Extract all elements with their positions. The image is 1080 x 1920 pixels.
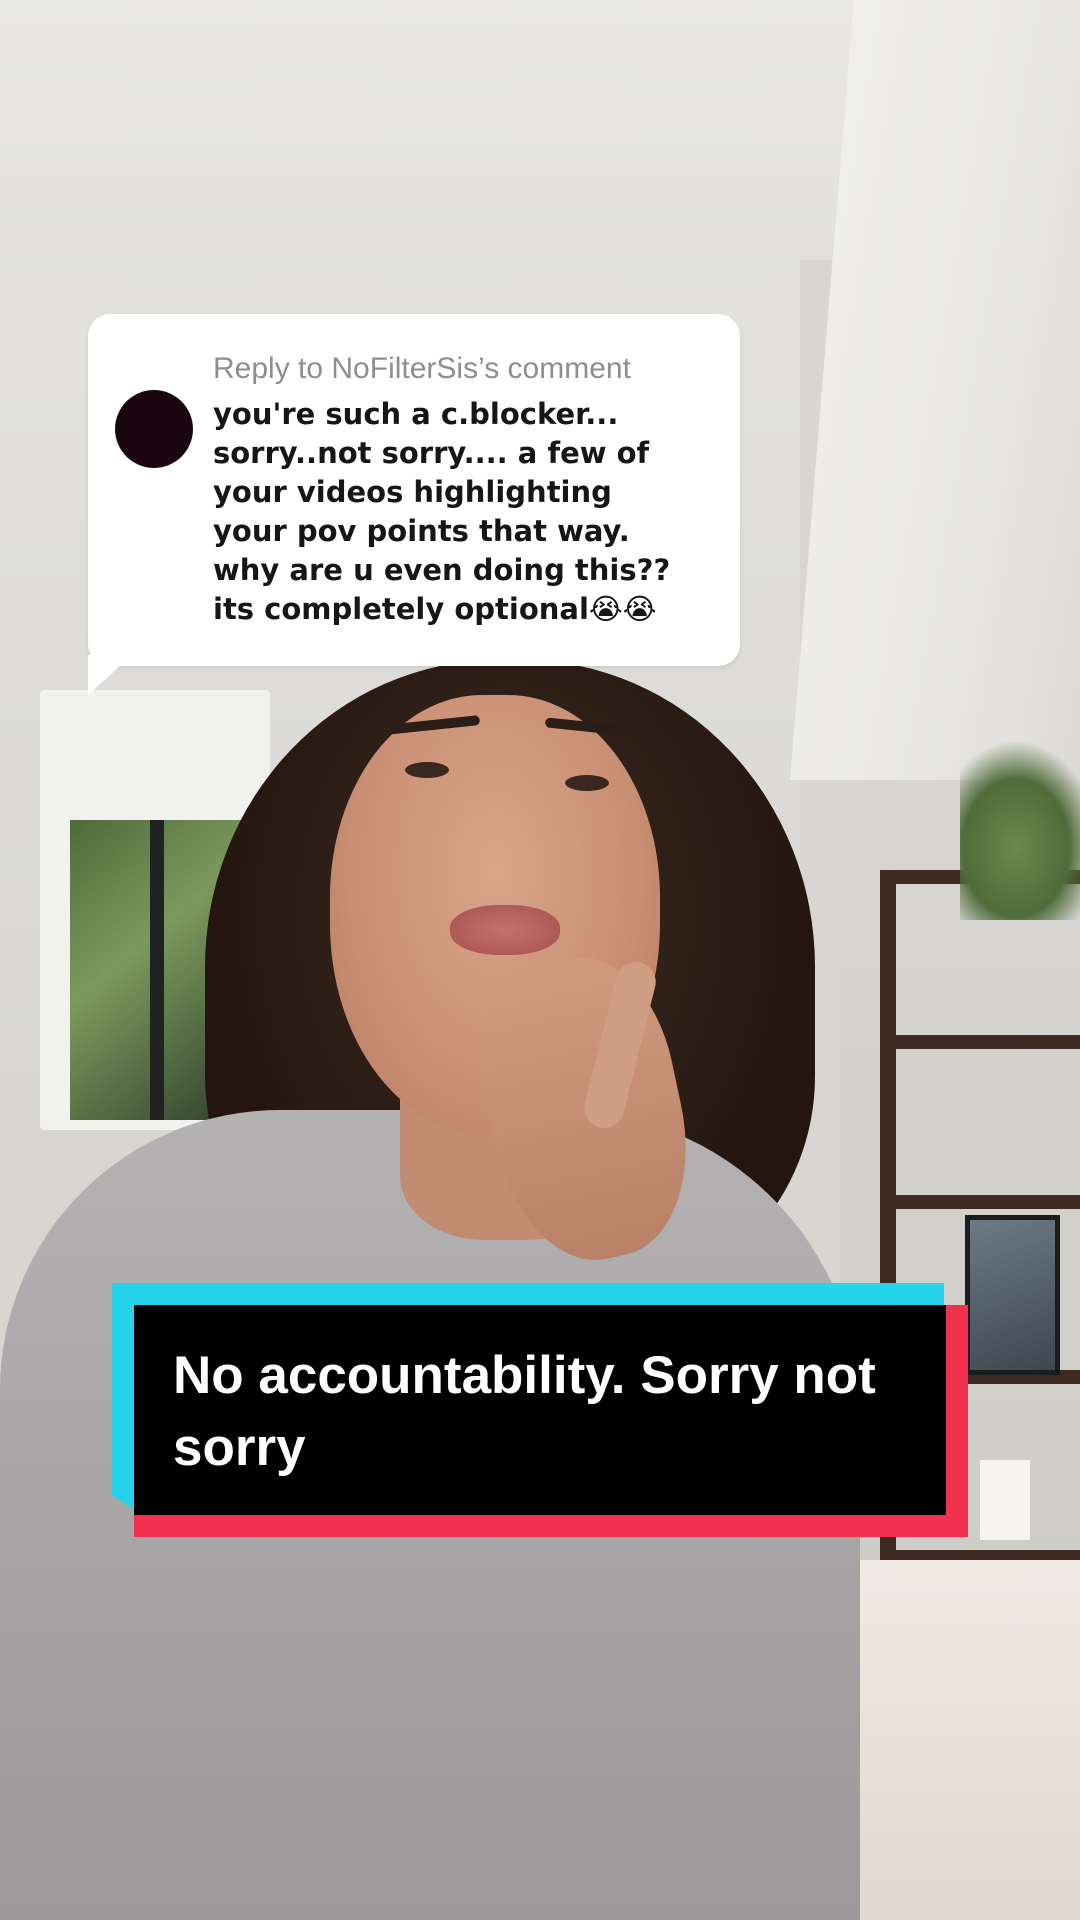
window-mullion <box>150 820 164 1120</box>
picture-frame <box>965 1215 1060 1375</box>
reply-header: Reply to NoFilterSis’s comment <box>213 352 631 385</box>
shelf-board <box>880 1195 1080 1209</box>
plant <box>960 740 1080 920</box>
video-frame <box>0 0 1080 1920</box>
reply-comment-text: you're such a c.blocker... sorry..not so… <box>213 397 671 626</box>
commenter-avatar[interactable] <box>115 390 193 468</box>
shelf-board <box>880 1035 1080 1049</box>
eye <box>405 762 449 778</box>
eye <box>565 775 609 791</box>
lips <box>450 905 560 955</box>
caption-text: No accountability. Sorry not sorry <box>173 1346 876 1477</box>
greeting-card <box>980 1460 1030 1540</box>
